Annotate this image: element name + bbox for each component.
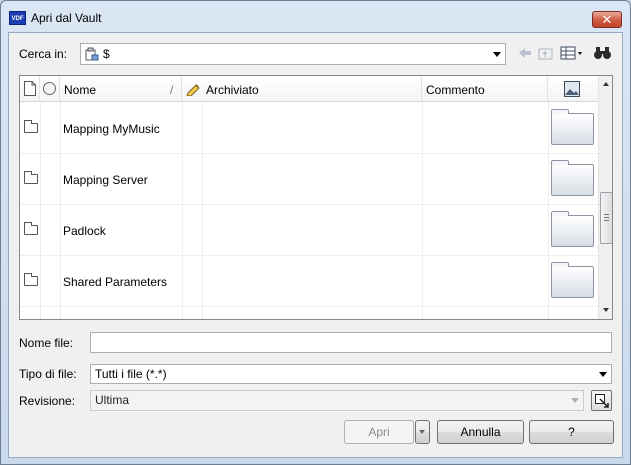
folder-icon — [24, 273, 38, 286]
scroll-up-icon[interactable] — [603, 82, 609, 86]
open-dialog-window: VDF Apri dal Vault ✕ Cerca in: $ Nome / … — [0, 0, 631, 465]
item-name: Mapping MyMusic — [63, 122, 160, 136]
vault-folder-icon — [85, 47, 99, 61]
file-name-label: Nome file: — [19, 336, 74, 350]
help-button[interactable]: ? — [529, 420, 614, 444]
cancel-button[interactable]: Annulla — [437, 420, 524, 444]
list-item[interactable]: Padlock — [20, 205, 598, 256]
open-button[interactable]: Apri — [344, 420, 414, 444]
folder-icon — [24, 171, 38, 184]
scrollbar-thumb[interactable] — [600, 192, 612, 244]
image-preview-icon — [564, 81, 580, 100]
revision-select[interactable]: Ultima — [90, 390, 584, 411]
item-name: Shared Parameters — [63, 275, 168, 289]
revision-arrow-icon — [595, 394, 609, 411]
header-archiviato-label: Archiviato — [206, 83, 259, 97]
window-title: Apri dal Vault — [31, 11, 102, 25]
revision-label: Revisione: — [19, 394, 76, 408]
header-status-column[interactable] — [40, 76, 60, 102]
item-name: Padlock — [63, 224, 106, 238]
pencil-tag-icon — [186, 82, 201, 99]
file-name-input[interactable] — [90, 332, 612, 353]
header-doc-column[interactable] — [20, 76, 40, 102]
look-in-combo[interactable]: $ — [80, 43, 506, 65]
grip-icon — [604, 214, 609, 221]
file-type-select[interactable]: Tutti i file (*.*) — [90, 364, 612, 384]
list-item[interactable]: Mapping MyMusic — [20, 103, 598, 154]
vault-app-icon: VDF — [9, 11, 26, 25]
find-binoculars-icon[interactable] — [593, 45, 613, 61]
file-type-value: Tutti i file (*.*) — [95, 367, 167, 381]
folder-thumbnail-icon — [551, 211, 594, 247]
scroll-down-icon[interactable] — [603, 308, 609, 312]
header-commento[interactable]: Commento — [422, 76, 548, 102]
folder-icon — [24, 222, 38, 235]
list-item[interactable]: Mapping Server — [20, 154, 598, 205]
vertical-scrollbar[interactable] — [598, 76, 612, 319]
view-menu-icon[interactable] — [560, 45, 584, 61]
dialog-body: Cerca in: $ Nome / Archiviato Commento M… — [8, 32, 623, 458]
folder-thumbnail-icon — [551, 262, 594, 298]
document-icon — [24, 81, 36, 99]
list-item[interactable]: Shared Parameters — [20, 256, 598, 307]
revision-picker-button[interactable] — [591, 390, 612, 411]
revision-value: Ultima — [95, 393, 130, 407]
back-icon[interactable] — [517, 45, 533, 61]
chevron-down-icon[interactable] — [493, 52, 501, 57]
up-folder-icon[interactable] — [538, 45, 554, 61]
header-nome-label: Nome — [64, 83, 97, 97]
open-options-button[interactable] — [415, 420, 430, 444]
title-bar[interactable]: VDF Apri dal Vault ✕ — [1, 1, 630, 31]
list-header: Nome / Archiviato Commento — [20, 76, 598, 102]
item-name: Mapping Server — [63, 173, 148, 187]
folder-thumbnail-icon — [551, 160, 594, 196]
file-list[interactable]: Nome / Archiviato Commento Mapping MyMus… — [19, 75, 613, 320]
header-preview[interactable] — [548, 76, 598, 102]
header-archiviato[interactable]: Archiviato — [182, 76, 422, 102]
header-nome[interactable]: Nome / — [60, 76, 182, 102]
look-in-label: Cerca in: — [19, 47, 68, 61]
chevron-down-icon[interactable] — [571, 398, 579, 403]
sort-indicator-icon: / — [170, 83, 174, 97]
file-type-label: Tipo di file: — [19, 367, 77, 381]
folder-icon — [24, 120, 38, 133]
folder-thumbnail-icon — [551, 109, 594, 145]
look-in-value: $ — [103, 47, 110, 61]
chevron-down-icon — [419, 430, 425, 434]
chevron-down-icon[interactable] — [599, 372, 607, 377]
header-commento-label: Commento — [426, 83, 485, 97]
status-circle-icon — [43, 82, 56, 95]
close-button[interactable]: ✕ — [592, 11, 622, 28]
